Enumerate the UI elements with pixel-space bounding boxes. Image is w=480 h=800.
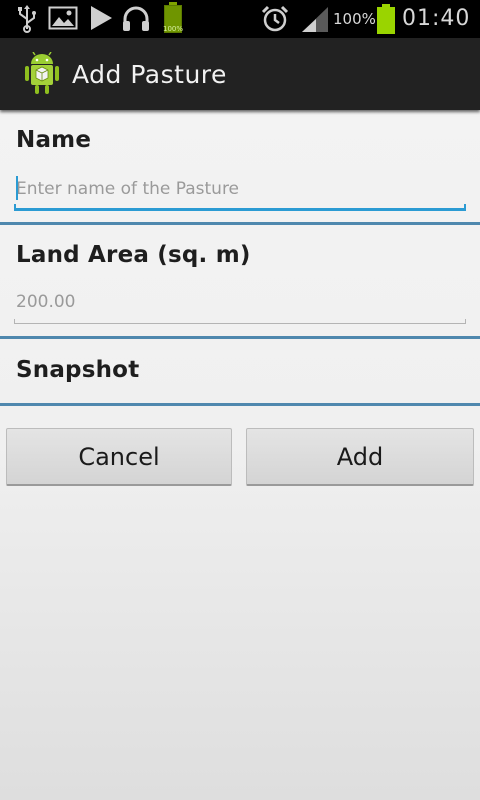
land-area-input-underline [14,323,466,324]
land-area-input[interactable] [14,284,468,320]
android-app-icon [25,52,59,94]
signal-icon [302,7,328,32]
image-icon [48,6,78,30]
land-area-underline-right-tick [465,319,466,324]
name-input-underline [14,208,466,211]
cancel-button[interactable]: Cancel [6,428,232,486]
battery-charging-icon: 100% [163,2,183,33]
battery-icon [377,4,395,34]
land-area-underline-left-tick [14,319,15,324]
name-input[interactable] [14,171,468,207]
add-button[interactable]: Add [246,428,474,486]
section-divider-name [0,222,480,225]
text-cursor [16,176,18,200]
clock-time: 01:40 [402,6,471,31]
signal-percent: 100% [333,10,376,28]
status-bar: 100% 100% 01:40 [0,0,480,38]
screen-title: Add Pasture [72,60,227,89]
play-icon [91,6,112,30]
alarm-icon [261,5,289,32]
battery-left-label: 100% [163,25,183,33]
usb-icon [18,5,36,33]
name-underline-left-tick [14,204,16,211]
name-field[interactable] [14,171,468,211]
land-area-field[interactable] [14,284,468,324]
name-label: Name [16,127,92,153]
name-underline-right-tick [464,204,466,211]
snapshot-label: Snapshot [16,357,140,383]
section-divider-land-area [0,336,480,339]
headphones-icon [123,6,149,31]
land-area-label: Land Area (sq. m) [16,242,251,268]
section-divider-snapshot [0,403,480,406]
action-bar: Add Pasture [0,38,480,110]
